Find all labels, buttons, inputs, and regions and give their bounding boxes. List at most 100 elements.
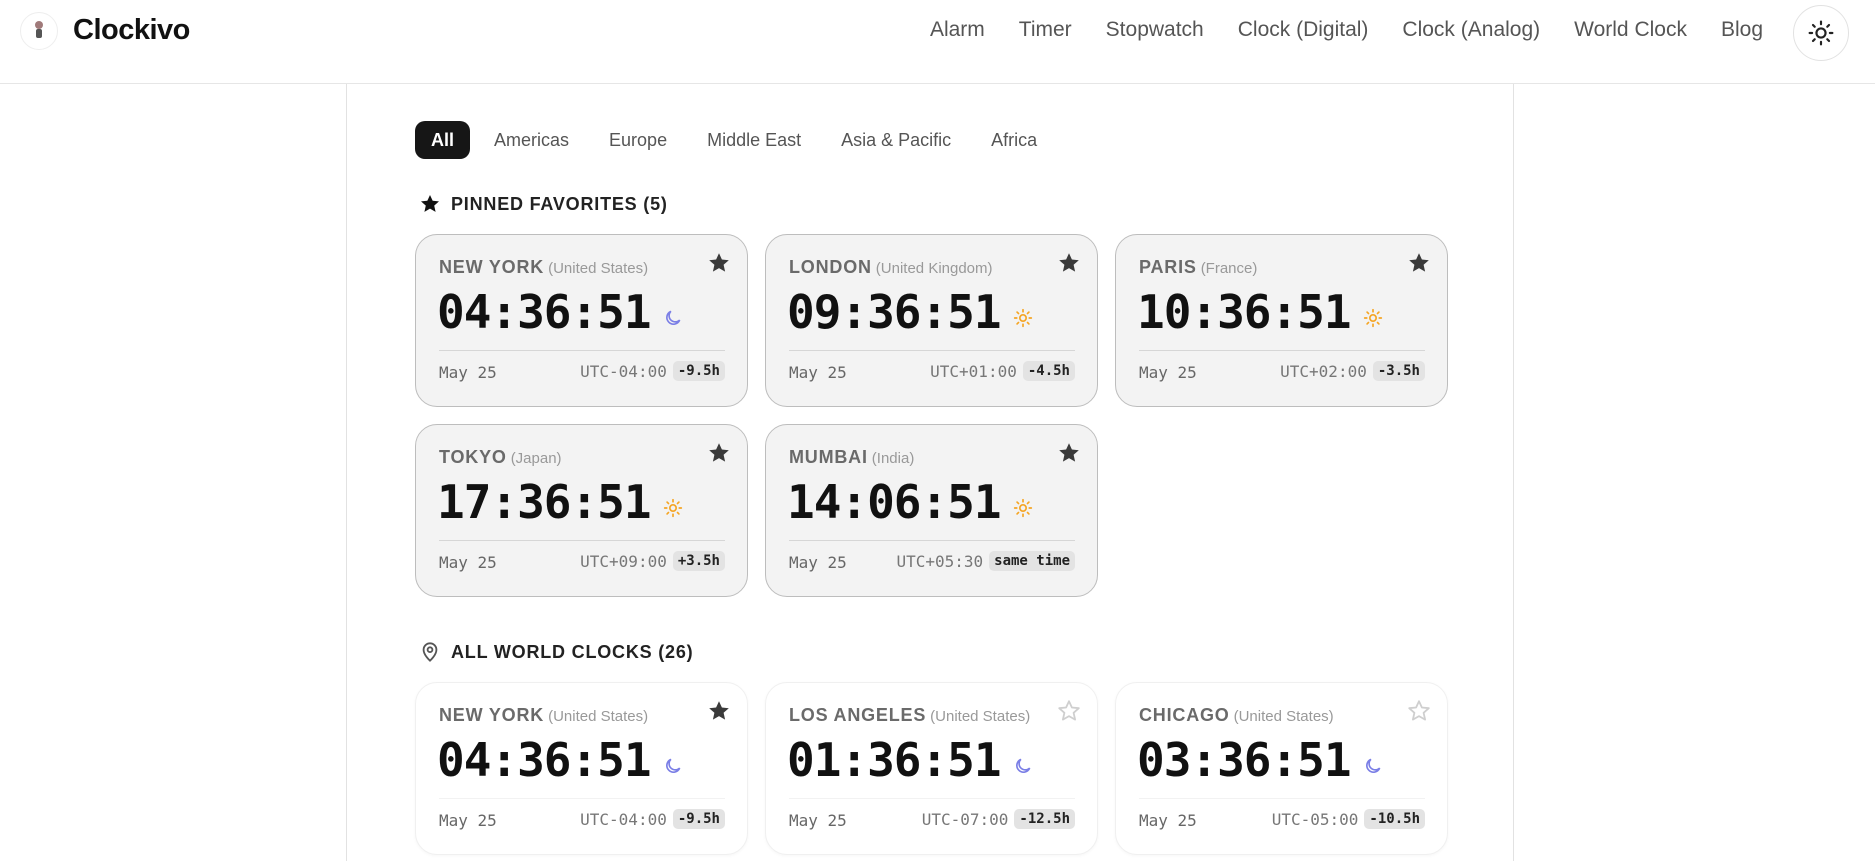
logo-icon: [32, 21, 46, 41]
city-name: PARIS: [1139, 257, 1197, 277]
utc-offset: UTC-07:00: [921, 809, 1009, 829]
country-name: (United States): [1233, 708, 1334, 725]
sun-icon: [1363, 308, 1383, 328]
nav-stopwatch[interactable]: Stopwatch: [1106, 18, 1204, 42]
time-difference-badge: -4.5h: [1022, 361, 1075, 381]
card-divider: [439, 798, 725, 799]
utc-offset: UTC+09:00: [580, 551, 667, 571]
clock-time: 09:36:51: [787, 285, 1002, 339]
logo[interactable]: [20, 12, 58, 50]
site-header: Clockivo Alarm Timer Stopwatch Clock (Di…: [0, 0, 1875, 84]
country-name: (Japan): [510, 450, 562, 467]
city-name: LOS ANGELES: [789, 705, 927, 725]
filter-all[interactable]: All: [415, 121, 471, 159]
clock-card[interactable]: NEW YORK (United States) 04:36:51 May 25 UTC…: [415, 682, 748, 855]
clock-card[interactable]: LONDON (United Kingdom) 09:36:51 May 25 UTC+…: [765, 234, 1098, 407]
utc-offset: UTC+02:00: [1280, 361, 1367, 381]
moon-icon: [666, 310, 681, 325]
nav-clock-digital[interactable]: Clock (Digital): [1238, 18, 1369, 42]
star-outline-icon[interactable]: [1407, 699, 1431, 723]
country-name: (United States): [548, 260, 649, 277]
country-name: (France): [1200, 260, 1258, 277]
clock-card[interactable]: LOS ANGELES (United States) 01:36:51 May 25…: [765, 682, 1098, 855]
country-name: (United States): [930, 708, 1031, 725]
moon-icon: [1366, 758, 1381, 773]
filter-africa[interactable]: Africa: [975, 121, 1054, 159]
clock-card[interactable]: NEW YORK (United States) 04:36:51 May 25 UTC…: [415, 234, 748, 407]
city-name: LONDON: [789, 257, 872, 277]
sun-icon: [1013, 498, 1033, 518]
clock-time: 14:06:51: [787, 475, 1002, 529]
region-filters: All Americas Europe Middle East Asia & P…: [415, 121, 1054, 159]
card-divider: [439, 350, 725, 351]
filter-middle-east[interactable]: Middle East: [691, 121, 818, 159]
all-world-clocks-label: ALL WORLD CLOCKS (26): [451, 641, 694, 662]
location-pin-icon: [422, 642, 438, 662]
sun-icon: [663, 498, 683, 518]
country-name: (United States): [548, 708, 649, 725]
clock-time: 04:36:51: [437, 285, 652, 339]
pinned-favorites-heading: PINNED FAVORITES (5): [419, 193, 668, 215]
star-icon[interactable]: [1407, 251, 1431, 275]
country-name: (India): [871, 450, 915, 467]
city-name: TOKYO: [439, 447, 507, 467]
clock-card[interactable]: MUMBAI (India) 14:06:51 May 25 UTC+05:30 same…: [765, 424, 1098, 597]
star-icon[interactable]: [1057, 441, 1081, 465]
card-divider: [439, 540, 725, 541]
pinned-favorites-label: PINNED FAVORITES (5): [451, 193, 668, 214]
utc-offset: UTC+01:00: [930, 361, 1017, 381]
utc-offset: UTC+05:30: [896, 551, 984, 571]
clock-time: 01:36:51: [787, 733, 1002, 787]
clock-time: 10:36:51: [1137, 285, 1352, 339]
clock-date: May 25: [789, 553, 847, 572]
time-difference-badge: -9.5h: [672, 361, 725, 381]
filter-europe[interactable]: Europe: [593, 121, 684, 159]
clock-card[interactable]: CHICAGO (United States) 03:36:51 May 25 UTC-…: [1115, 682, 1448, 855]
star-icon[interactable]: [707, 251, 731, 275]
card-divider: [1139, 798, 1425, 799]
time-difference-badge: -3.5h: [1372, 361, 1425, 381]
utc-offset: UTC-05:00: [1271, 809, 1359, 829]
main-nav: Alarm Timer Stopwatch Clock (Digital) Cl…: [930, 18, 1763, 42]
clock-date: May 25: [789, 811, 847, 830]
city-name: NEW YORK: [439, 257, 545, 277]
clock-date: May 25: [1139, 811, 1197, 830]
time-difference-badge: -12.5h: [1014, 809, 1075, 829]
card-divider: [789, 540, 1075, 541]
star-icon: [421, 195, 439, 212]
star-outline-icon[interactable]: [1057, 699, 1081, 723]
clock-time: 04:36:51: [437, 733, 652, 787]
clock-date: May 25: [439, 811, 497, 830]
time-difference-badge: same time: [989, 551, 1075, 571]
card-divider: [789, 798, 1075, 799]
city-name: NEW YORK: [439, 705, 545, 725]
nav-clock-analog[interactable]: Clock (Analog): [1402, 18, 1540, 42]
moon-icon: [666, 758, 681, 773]
star-icon[interactable]: [707, 699, 731, 723]
city-name: MUMBAI: [789, 447, 868, 467]
card-divider: [789, 350, 1075, 351]
country-name: (United Kingdom): [875, 260, 993, 277]
star-icon[interactable]: [1057, 251, 1081, 275]
clock-date: May 25: [439, 553, 497, 572]
nav-timer[interactable]: Timer: [1019, 18, 1072, 42]
city-name: CHICAGO: [1139, 705, 1230, 725]
nav-alarm[interactable]: Alarm: [930, 18, 985, 42]
utc-offset: UTC-04:00: [580, 809, 667, 829]
brand-name[interactable]: Clockivo: [73, 14, 190, 47]
sun-icon: [1808, 20, 1834, 46]
clock-card[interactable]: TOKYO (Japan) 17:36:51 May 25 UTC+09:00 +3.5h: [415, 424, 748, 597]
clock-card[interactable]: PARIS (France) 10:36:51 May 25 UTC+02:00 -3.5…: [1115, 234, 1448, 407]
sun-icon: [1013, 308, 1033, 328]
world-clock-panel: All Americas Europe Middle East Asia & P…: [346, 84, 1514, 861]
filter-americas[interactable]: Americas: [478, 121, 586, 159]
utc-offset: UTC-04:00: [580, 361, 667, 381]
filter-asia-pacific[interactable]: Asia & Pacific: [825, 121, 968, 159]
theme-toggle-button[interactable]: [1793, 5, 1849, 61]
card-divider: [1139, 350, 1425, 351]
nav-blog[interactable]: Blog: [1721, 18, 1763, 42]
clock-date: May 25: [789, 363, 847, 382]
star-icon[interactable]: [707, 441, 731, 465]
time-difference-badge: -9.5h: [672, 809, 725, 829]
nav-world-clock[interactable]: World Clock: [1574, 18, 1687, 42]
